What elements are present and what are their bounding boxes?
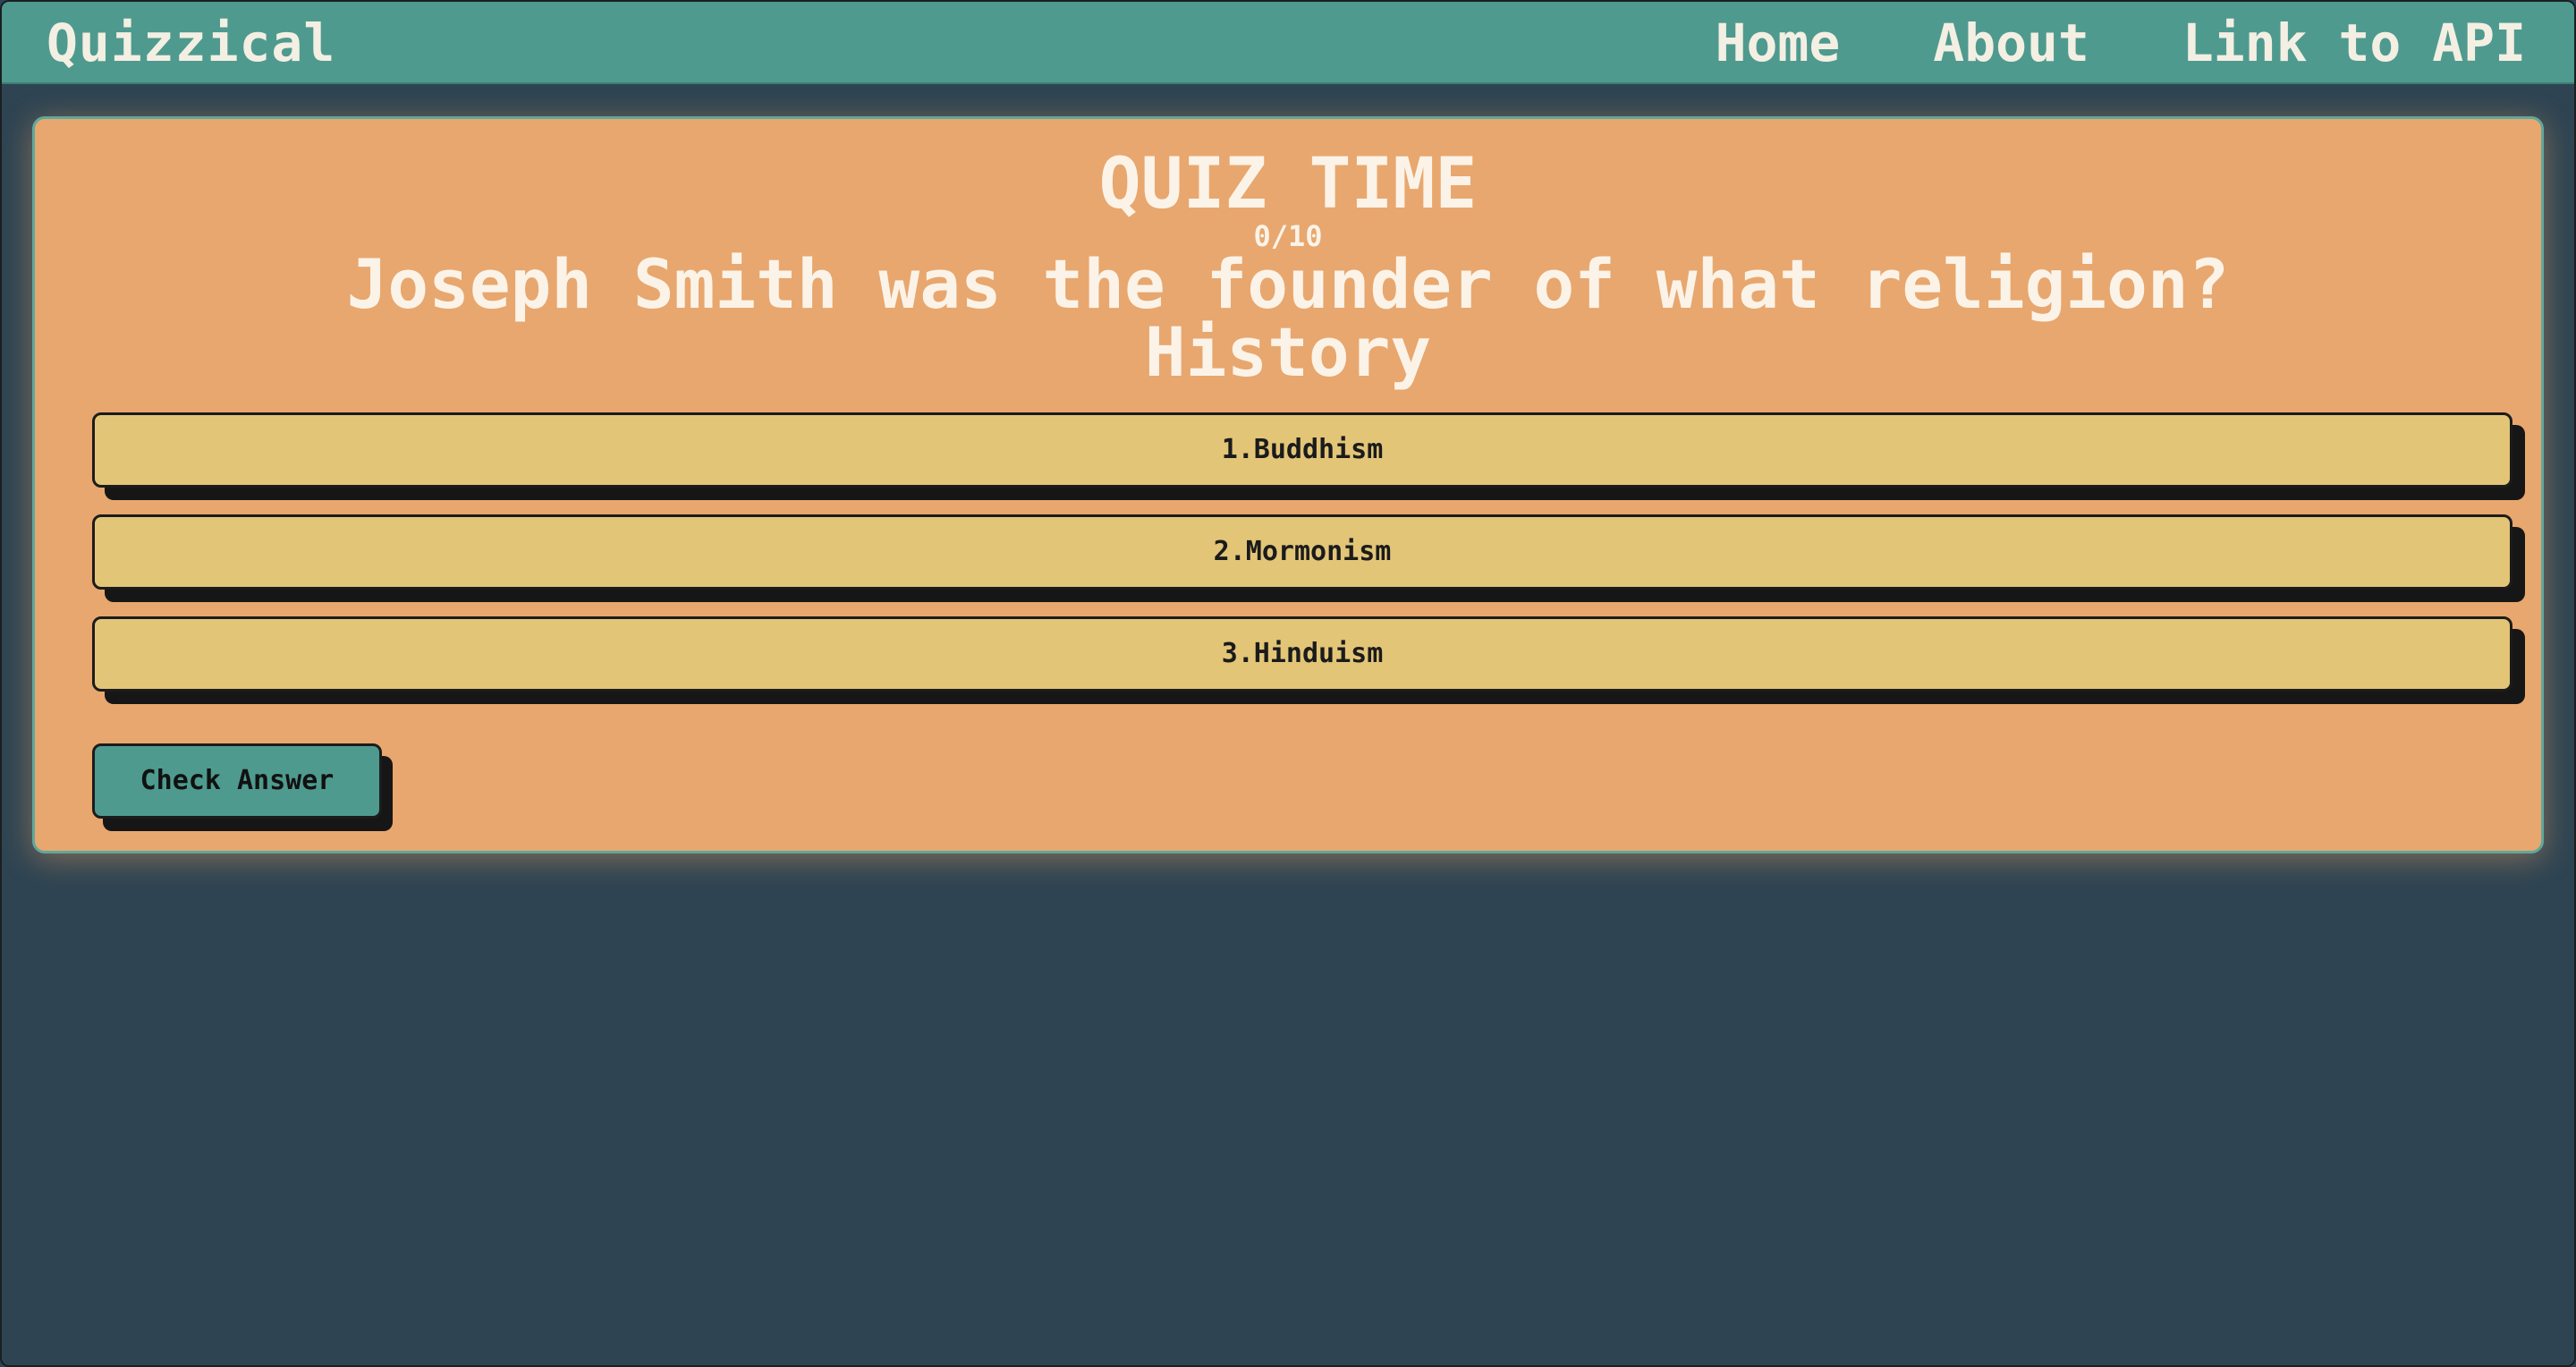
- check-answer-button[interactable]: Check Answer: [92, 743, 382, 819]
- app-window: Quizzical Home About Link to API QUIZ TI…: [0, 0, 2576, 1367]
- answer-option-2[interactable]: 2.Mormonism: [92, 514, 2512, 590]
- answer-option-1[interactable]: 1.Buddhism: [92, 412, 2512, 488]
- answer-option-3[interactable]: 3.Hinduism: [92, 616, 2512, 692]
- nav-link-home[interactable]: Home: [1716, 11, 1841, 75]
- nav-link-about[interactable]: About: [1933, 11, 2089, 75]
- quiz-card: QUIZ TIME 0/10 Joseph Smith was the foun…: [32, 116, 2544, 853]
- nav-link-api[interactable]: Link to API: [2182, 11, 2526, 75]
- quiz-title: QUIZ TIME: [1098, 144, 1478, 225]
- navbar: Quizzical Home About Link to API: [2, 2, 2574, 84]
- nav-links: Home About Link to API: [1716, 11, 2526, 75]
- brand-logo[interactable]: Quizzical: [47, 11, 335, 75]
- quiz-category: History: [1144, 312, 1432, 392]
